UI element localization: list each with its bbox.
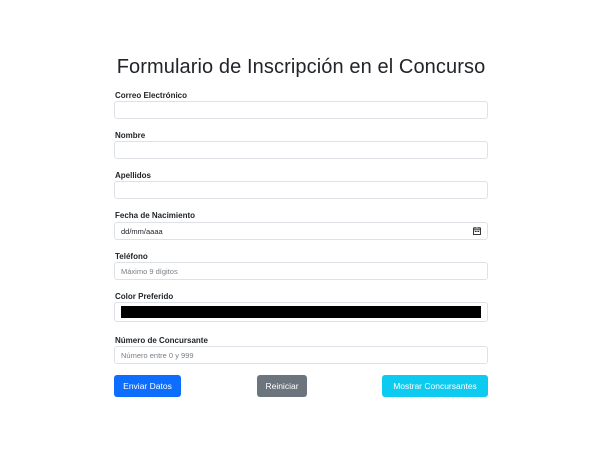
birthdate-label: Fecha de Nacimiento xyxy=(115,211,196,220)
reset-button[interactable]: Reiniciar xyxy=(257,375,307,397)
contestant-number-field[interactable]: Número entre 0 y 999 xyxy=(114,346,488,364)
color-picker[interactable] xyxy=(114,302,488,322)
name-field[interactable] xyxy=(114,141,488,159)
surname-label: Apellidos xyxy=(115,171,152,180)
contestant-number-label: Número de Concursante xyxy=(115,336,208,345)
phone-label: Teléfono xyxy=(115,252,148,261)
birthdate-field[interactable]: dd/mm/aaaa xyxy=(114,222,488,240)
surname-field[interactable] xyxy=(114,181,488,199)
calendar-icon[interactable] xyxy=(473,227,481,235)
name-label: Nombre xyxy=(115,131,146,140)
contestant-number-placeholder: Número entre 0 y 999 xyxy=(121,351,194,360)
color-label: Color Preferido xyxy=(115,292,174,301)
email-label: Correo Electrónico xyxy=(115,91,188,100)
registration-page: Formulario de Inscripción en el Concurso… xyxy=(0,0,602,452)
show-contestants-button[interactable]: Mostrar Concursantes xyxy=(382,375,488,397)
email-field[interactable] xyxy=(114,101,488,119)
phone-placeholder: Máximo 9 dígitos xyxy=(121,267,178,276)
phone-field[interactable]: Máximo 9 dígitos xyxy=(114,262,488,280)
submit-button[interactable]: Enviar Datos xyxy=(114,375,181,397)
color-swatch xyxy=(121,306,481,318)
page-title: Formulario de Inscripción en el Concurso xyxy=(116,56,486,78)
birthdate-value: dd/mm/aaaa xyxy=(121,227,163,236)
